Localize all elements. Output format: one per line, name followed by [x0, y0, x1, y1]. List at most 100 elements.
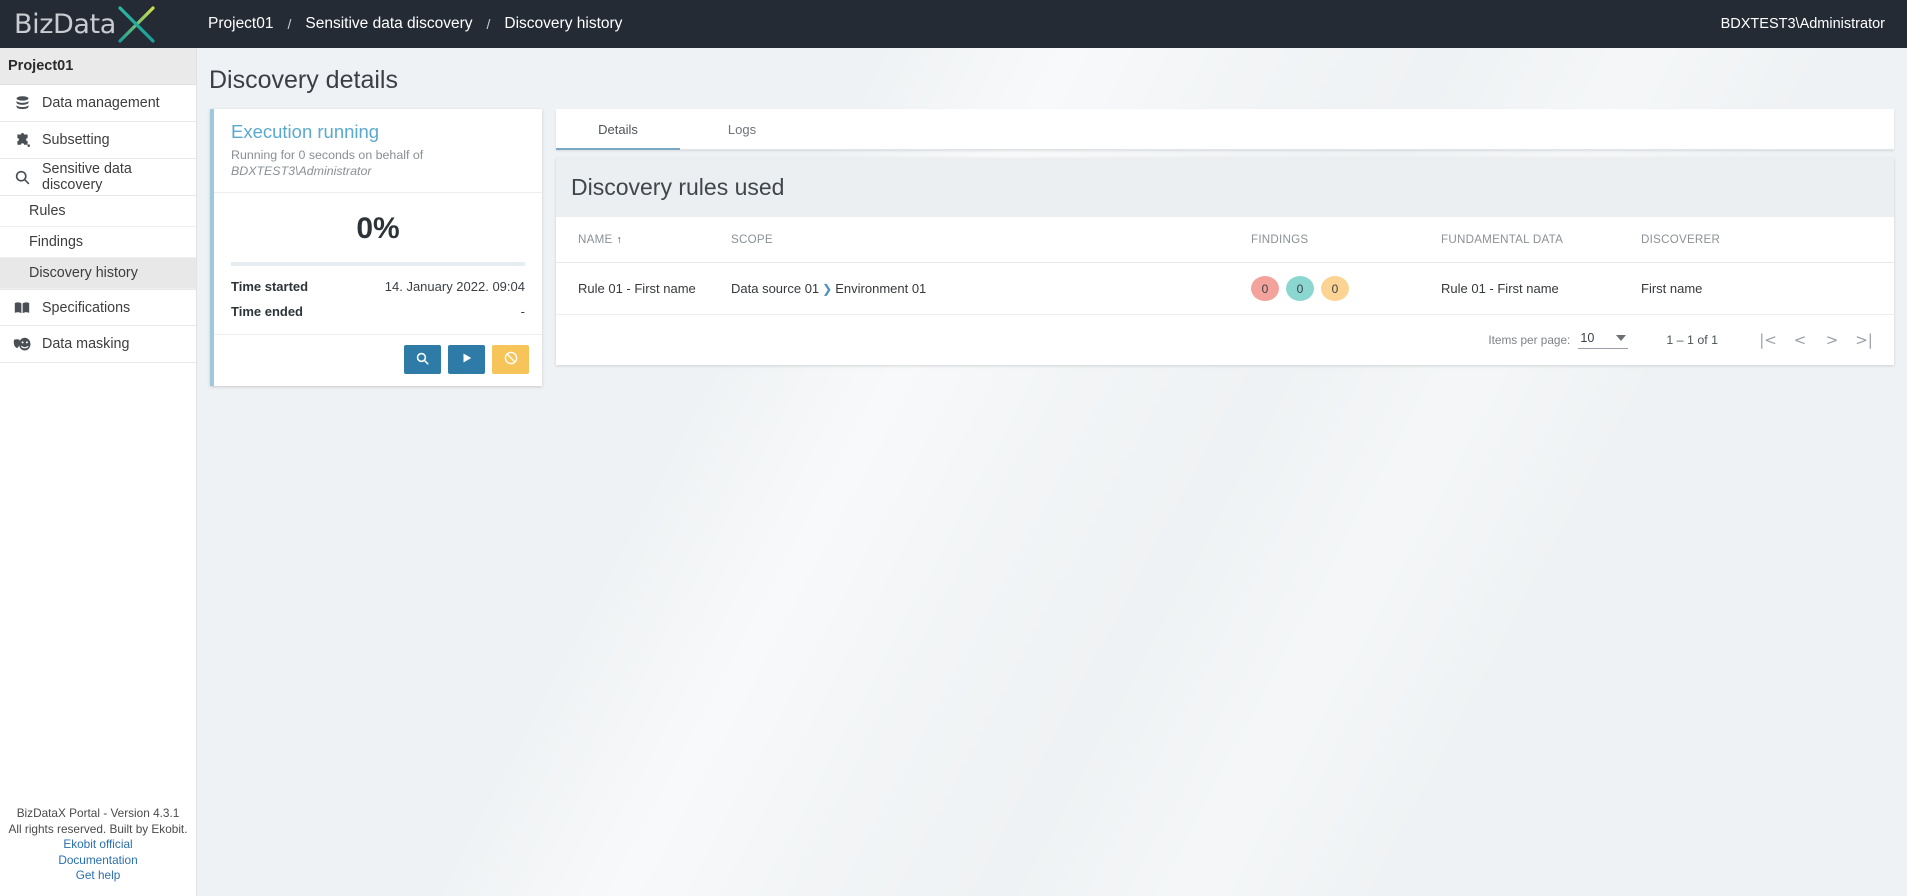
- chevron-down-icon: [1616, 335, 1627, 341]
- column-header-name[interactable]: NAME ↑: [556, 217, 731, 263]
- panel-title: Discovery rules used: [556, 158, 1894, 217]
- paginator: Items per page: 10 1 – 1 of 1 |< < > >|: [556, 315, 1894, 365]
- sort-ascending-icon: ↑: [616, 234, 622, 246]
- cell-findings: 0 0 0: [1251, 262, 1441, 315]
- sidebar-item-label: Data masking: [42, 336, 130, 352]
- column-header-scope[interactable]: SCOPE: [731, 217, 1251, 263]
- stop-button[interactable]: [492, 345, 529, 374]
- page-range-label: 1 – 1 of 1: [1666, 333, 1718, 347]
- tab-bar: Details Logs: [556, 109, 1894, 150]
- footer-link-ekobit-official[interactable]: Ekobit official: [0, 837, 196, 853]
- cell-name: Rule 01 - First name: [556, 262, 731, 315]
- sidebar-item-data-management[interactable]: Data management: [0, 85, 196, 122]
- sidebar-item-rules[interactable]: Rules: [0, 196, 196, 227]
- breadcrumb-separator: /: [287, 16, 292, 32]
- sidebar-item-label: Sensitive data discovery: [42, 161, 132, 193]
- column-label: SCOPE: [731, 233, 773, 246]
- theater-masks-icon: [8, 336, 36, 353]
- sidebar-item-label: Subsetting: [42, 132, 110, 148]
- column-header-discoverer[interactable]: DISCOVERER: [1641, 217, 1894, 263]
- discovery-rules-card: Discovery rules used NAME ↑ SCOPE FINDING…: [556, 158, 1894, 365]
- footer-rights: All rights reserved. Built by Ekobit.: [8, 821, 188, 836]
- book-icon: [8, 299, 36, 317]
- items-per-page-value: 10: [1580, 331, 1595, 345]
- execution-subtitle: Running for 0 seconds on behalf of BDXTE…: [231, 147, 528, 179]
- search-button[interactable]: [404, 345, 441, 374]
- details-panel: Details Logs Discovery rules used NAME↑: [556, 109, 1894, 365]
- breadcrumb-separator: /: [486, 16, 491, 32]
- sidebar-footer: BizDataX Portal - Version 4.3.1 All righ…: [0, 806, 196, 896]
- tab-logs[interactable]: Logs: [680, 109, 804, 149]
- sidebar-item-discovery-history[interactable]: Discovery history: [0, 258, 196, 289]
- footer-version: BizDataX Portal - Version 4.3.1: [16, 806, 180, 821]
- execution-status-card: Execution running Running for 0 seconds …: [210, 109, 542, 386]
- main-content: Discovery details Execution running Runn…: [197, 48, 1907, 896]
- column-header-findings[interactable]: FINDINGS: [1251, 217, 1441, 263]
- sidebar-item-label: Specifications: [42, 299, 131, 316]
- execution-progress-percent: 0%: [356, 212, 400, 245]
- footer-link-get-help[interactable]: Get help: [0, 868, 196, 884]
- tab-details[interactable]: Details: [556, 109, 680, 150]
- items-per-page-select[interactable]: 10: [1578, 331, 1629, 349]
- footer-link-documentation[interactable]: Documentation: [0, 853, 196, 869]
- execution-on-behalf-of-user: BDXTEST3\Administrator: [231, 164, 372, 178]
- findings-badge-confirmed: 0: [1286, 276, 1314, 301]
- logo-text: BizData: [14, 8, 116, 40]
- first-page-button[interactable]: |<: [1752, 327, 1784, 353]
- time-started-row: Time started 14. January 2022. 09:04: [231, 274, 525, 299]
- scope-environment: Environment 01: [835, 281, 927, 296]
- top-bar: BizData Project01 / Sensitive data disco…: [0, 0, 1907, 48]
- app-logo[interactable]: BizData: [0, 0, 240, 48]
- chevron-right-icon: ❯: [822, 282, 833, 296]
- page-title: Discovery details: [209, 66, 398, 94]
- sidebar-item-specifications[interactable]: Specifications: [0, 289, 196, 326]
- column-label: FUNDAMENTAL DATA: [1441, 233, 1564, 246]
- cell-fundamental-data: Rule 01 - First name: [1441, 262, 1641, 315]
- table-header-row: NAME ↑ SCOPE FINDINGS FUNDAMENTAL DATA D…: [556, 217, 1894, 263]
- scope-source: Data source 01: [731, 281, 820, 296]
- time-ended-label: Time ended: [231, 304, 304, 319]
- current-user-label[interactable]: BDXTEST3\Administrator: [1721, 16, 1885, 32]
- last-page-button[interactable]: >|: [1848, 327, 1880, 353]
- breadcrumb: Project01 / Sensitive data discovery / D…: [208, 15, 622, 33]
- cell-scope: Data source 01 ❯ Environment 01: [731, 262, 1251, 315]
- tab-label: Logs: [727, 121, 757, 137]
- next-page-button[interactable]: >: [1816, 327, 1848, 353]
- items-per-page-label: Items per page:: [1488, 333, 1571, 347]
- breadcrumb-item-discovery-history[interactable]: Discovery history: [504, 15, 622, 33]
- run-button[interactable]: [448, 345, 485, 374]
- sidebar-item-sensitive-data-discovery[interactable]: Sensitive data discovery: [0, 159, 196, 196]
- database-icon: [8, 95, 36, 112]
- sidebar-item-label: Data management: [42, 95, 160, 111]
- time-ended-row: Time ended -: [231, 299, 525, 324]
- findings-badges: 0 0 0: [1251, 276, 1441, 301]
- puzzle-piece-icon: [8, 132, 36, 149]
- execution-action-buttons: [214, 335, 542, 386]
- breadcrumb-item-sensitive-data-discovery[interactable]: Sensitive data discovery: [305, 15, 472, 33]
- column-header-fundamental-data[interactable]: FUNDAMENTAL DATA: [1441, 217, 1641, 263]
- sidebar-item-data-masking[interactable]: Data masking: [0, 326, 196, 363]
- search-icon: [8, 169, 36, 186]
- previous-page-button[interactable]: <: [1784, 327, 1816, 353]
- findings-badge-pending: 0: [1321, 276, 1349, 301]
- time-started-value: 14. January 2022. 09:04: [384, 279, 525, 294]
- sidebar-subitem-label: Discovery history: [29, 265, 138, 281]
- content-row: Execution running Running for 0 seconds …: [197, 109, 1907, 386]
- sidebar-item-findings[interactable]: Findings: [0, 227, 196, 258]
- execution-times: Time started 14. January 2022. 09:04 Tim…: [214, 266, 542, 335]
- execution-status-title: Execution running: [231, 121, 380, 142]
- column-label: FINDINGS: [1251, 233, 1309, 246]
- breadcrumb-item-project[interactable]: Project01: [208, 15, 273, 33]
- sidebar-project-header: Project01: [0, 48, 196, 85]
- search-icon: [415, 351, 430, 369]
- sidebar-item-subsetting[interactable]: Subsetting: [0, 122, 196, 159]
- table-row[interactable]: Rule 01 - First name Data source 01 ❯ Envi…: [556, 262, 1894, 315]
- block-icon: [503, 350, 519, 369]
- execution-running-for: Running for 0 seconds on behalf of: [231, 148, 424, 162]
- sidebar: Project01 Data management Subsetting Sen…: [0, 48, 197, 896]
- cell-discoverer: First name: [1641, 262, 1894, 315]
- play-icon: [460, 351, 474, 368]
- tab-label: Details: [598, 121, 638, 137]
- sidebar-subitem-label: Rules: [29, 203, 66, 219]
- discovery-rules-table: NAME ↑ SCOPE FINDINGS FUNDAMENTAL DATA D…: [556, 217, 1894, 315]
